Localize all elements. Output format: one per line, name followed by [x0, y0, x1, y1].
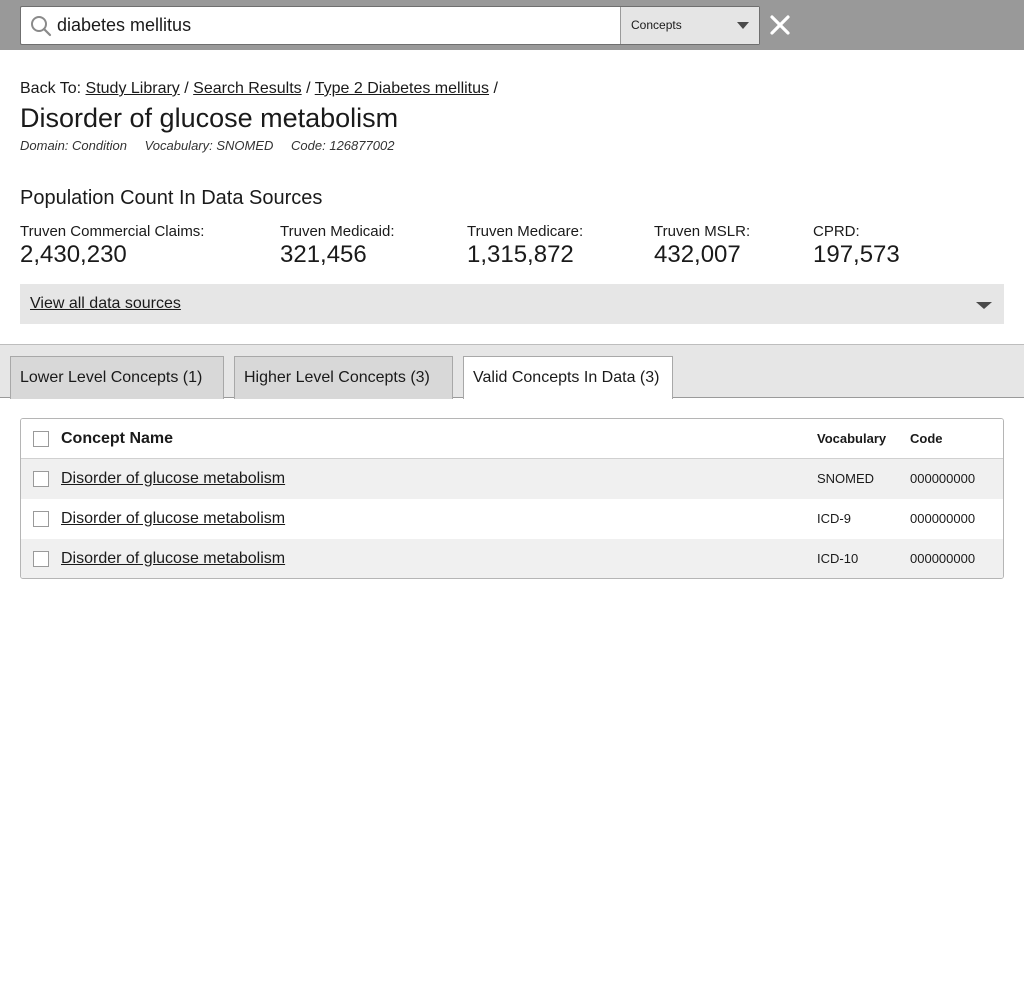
column-header-code[interactable]: Code — [910, 431, 943, 446]
breadcrumb-separator: / — [306, 80, 311, 97]
source-count: 432,007 — [654, 241, 741, 268]
breadcrumb-link-type-2-diabetes[interactable]: Type 2 Diabetes mellitus — [315, 80, 489, 97]
source-truven-medicaid: Truven Medicaid: 321,456 — [280, 223, 395, 269]
table-row: Disorder of glucose metabolism ICD-9 000… — [21, 499, 1003, 539]
population-heading: Population Count In Data Sources — [20, 187, 323, 209]
row-checkbox[interactable] — [33, 511, 49, 527]
concepts-table: Concept Name Vocabulary Code Disorder of… — [20, 418, 1004, 579]
concept-tabs: Lower Level Concepts (1) Higher Level Co… — [0, 344, 1024, 399]
source-truven-medicare: Truven Medicare: 1,315,872 — [467, 223, 583, 269]
concept-code-cell: 000000000 — [910, 471, 976, 486]
source-count: 197,573 — [813, 241, 900, 268]
view-all-data-sources-toggle[interactable]: View all data sources — [20, 284, 1004, 324]
scope-select-label: Concepts — [631, 18, 682, 32]
breadcrumb-link-study-library[interactable]: Study Library — [86, 80, 180, 97]
tab-valid-concepts-in-data[interactable]: Valid Concepts In Data (3) — [463, 356, 673, 399]
tab-higher-level-concepts[interactable]: Higher Level Concepts (3) — [234, 356, 453, 399]
source-count: 321,456 — [280, 241, 367, 268]
breadcrumb-separator: / — [493, 80, 498, 97]
view-all-data-sources-link[interactable]: View all data sources — [30, 295, 181, 313]
source-label: Truven Medicare: — [467, 223, 584, 240]
close-icon[interactable] — [768, 13, 792, 37]
concept-vocabulary: Vocabulary: SNOMED — [144, 138, 274, 153]
breadcrumb-link-search-results[interactable]: Search Results — [193, 80, 302, 97]
concept-domain: Domain: Condition — [20, 138, 127, 153]
concept-code: Code: 126877002 — [291, 138, 395, 153]
concept-vocabulary-cell: ICD-10 — [817, 551, 859, 566]
concept-code-cell: 000000000 — [910, 511, 976, 526]
chevron-down-icon[interactable] — [976, 302, 992, 309]
breadcrumb: Back To: Study Library / Search Results … — [20, 80, 498, 98]
source-label: CPRD: — [813, 223, 860, 240]
source-label: Truven Commercial Claims: — [20, 223, 205, 240]
source-label: Truven Medicaid: — [280, 223, 395, 240]
source-cprd: CPRD: 197,573 — [813, 223, 900, 269]
concept-meta: Domain: Condition Vocabulary: SNOMED Cod… — [20, 138, 408, 153]
search-box: Concepts — [20, 6, 760, 45]
row-checkbox[interactable] — [33, 551, 49, 567]
row-checkbox[interactable] — [33, 471, 49, 487]
source-count: 2,430,230 — [20, 241, 127, 268]
concept-name-link[interactable]: Disorder of glucose metabolism — [61, 550, 285, 568]
concept-code-cell: 000000000 — [910, 551, 976, 566]
search-input[interactable] — [57, 7, 617, 44]
table-header-row: Concept Name Vocabulary Code — [21, 419, 1003, 459]
table-row: Disorder of glucose metabolism SNOMED 00… — [21, 459, 1003, 499]
source-truven-commercial: Truven Commercial Claims: 2,430,230 — [20, 223, 204, 269]
search-icon — [31, 16, 52, 37]
source-count: 1,315,872 — [467, 241, 574, 268]
chevron-down-icon — [737, 22, 749, 29]
concept-vocabulary-cell: ICD-9 — [817, 511, 851, 526]
scope-select[interactable]: Concepts — [620, 7, 759, 44]
search-bar: Concepts — [0, 0, 1024, 50]
table-row: Disorder of glucose metabolism ICD-10 00… — [21, 539, 1003, 578]
concept-name-link[interactable]: Disorder of glucose metabolism — [61, 470, 285, 488]
breadcrumb-separator: / — [184, 80, 189, 97]
column-header-vocabulary[interactable]: Vocabulary — [817, 431, 886, 446]
tab-lower-level-concepts[interactable]: Lower Level Concepts (1) — [10, 356, 224, 399]
source-label: Truven MSLR: — [654, 223, 751, 240]
page-title: Disorder of glucose metabolism — [20, 103, 399, 133]
source-truven-mslr: Truven MSLR: 432,007 — [654, 223, 750, 269]
breadcrumb-prefix: Back To: — [20, 80, 82, 97]
select-all-checkbox[interactable] — [33, 431, 49, 447]
concept-vocabulary-cell: SNOMED — [817, 471, 875, 486]
column-header-concept-name[interactable]: Concept Name — [61, 430, 173, 448]
concept-name-link[interactable]: Disorder of glucose metabolism — [61, 510, 285, 528]
